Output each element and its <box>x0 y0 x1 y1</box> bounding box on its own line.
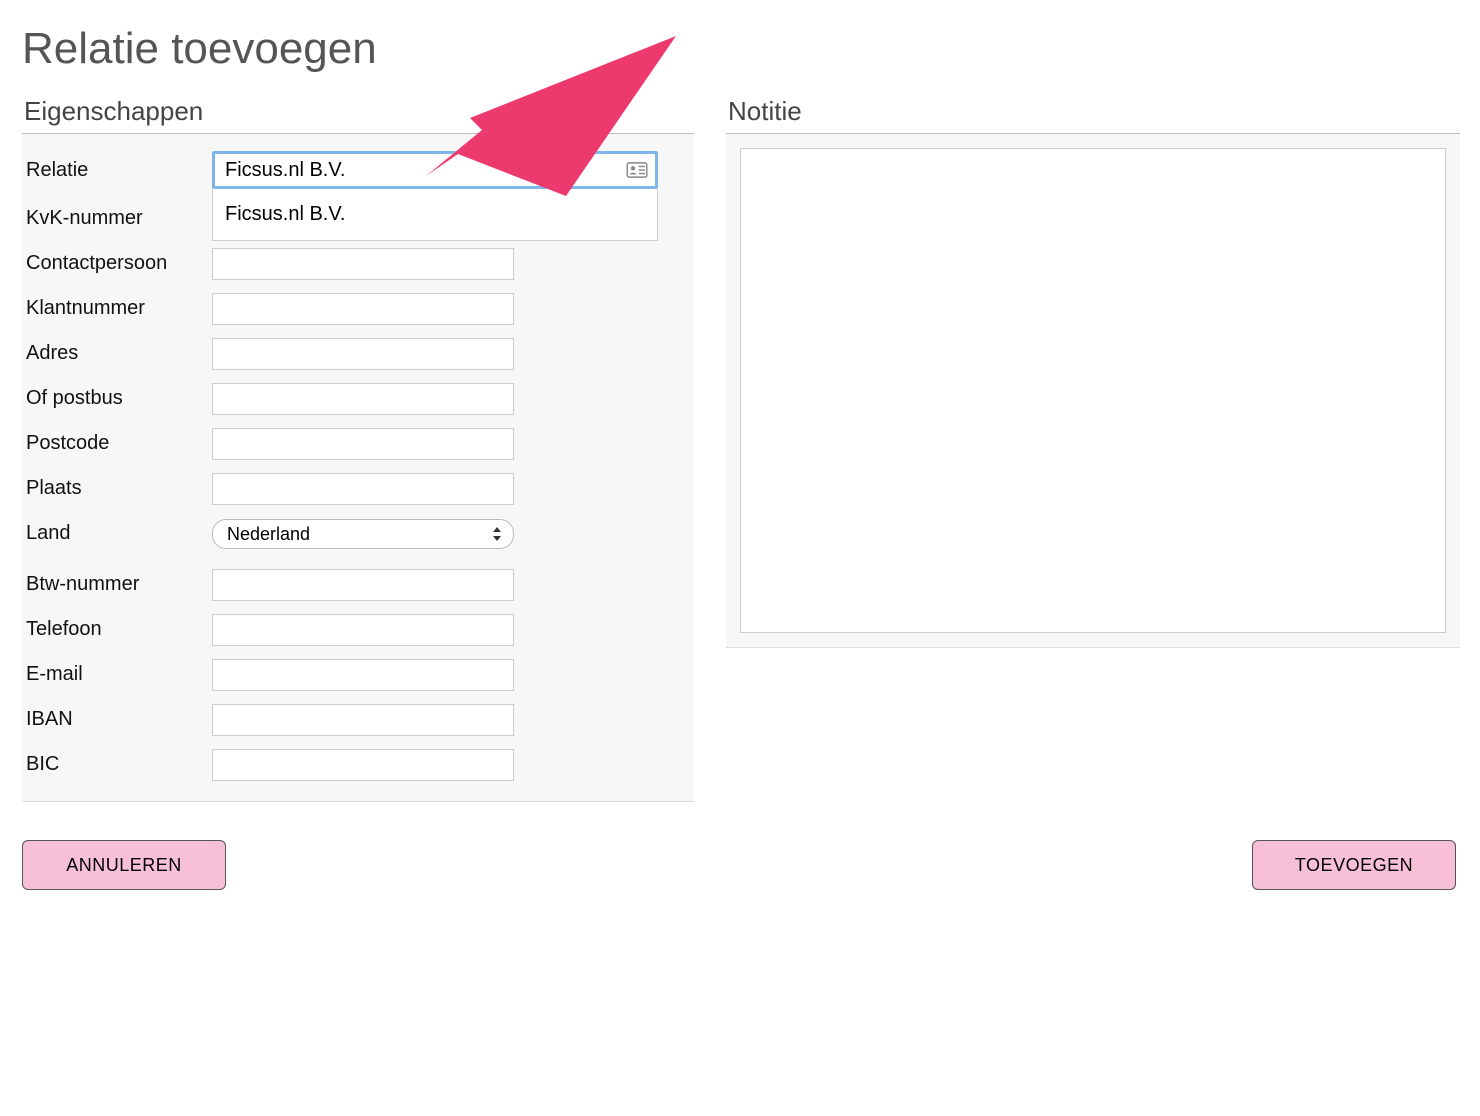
kvk-label: KvK-nummer <box>26 207 212 230</box>
adres-input[interactable] <box>212 338 514 370</box>
land-select[interactable]: Nederland <box>212 519 514 549</box>
bic-input[interactable] <box>212 749 514 781</box>
email-input[interactable] <box>212 659 514 691</box>
telefoon-input[interactable] <box>212 614 514 646</box>
adres-label: Adres <box>26 342 212 365</box>
relatie-label: Relatie <box>26 159 212 182</box>
postcode-input[interactable] <box>212 428 514 460</box>
btw-input[interactable] <box>212 569 514 601</box>
land-label: Land <box>26 522 212 545</box>
plaats-input[interactable] <box>212 473 514 505</box>
properties-column: Eigenschappen Relatie <box>22 96 694 802</box>
email-label: E-mail <box>26 663 212 686</box>
telefoon-label: Telefoon <box>26 618 212 641</box>
page-title: Relatie toevoegen <box>22 24 1460 74</box>
postbus-label: Of postbus <box>26 387 212 410</box>
klantnummer-label: Klantnummer <box>26 297 212 320</box>
plaats-label: Plaats <box>26 477 212 500</box>
klantnummer-input[interactable] <box>212 293 514 325</box>
properties-heading: Eigenschappen <box>22 96 694 134</box>
contactpersoon-input[interactable] <box>212 248 514 280</box>
note-column: Notitie <box>726 96 1460 802</box>
note-heading: Notitie <box>726 96 1460 134</box>
submit-button[interactable]: TOEVOEGEN <box>1252 840 1456 890</box>
iban-label: IBAN <box>26 708 212 731</box>
relatie-suggestion-item[interactable]: Ficsus.nl B.V. <box>213 189 657 240</box>
relatie-suggestions: Ficsus.nl B.V. <box>212 189 658 241</box>
contactpersoon-label: Contactpersoon <box>26 252 212 275</box>
postcode-label: Postcode <box>26 432 212 455</box>
bic-label: BIC <box>26 753 212 776</box>
cancel-button[interactable]: ANNULEREN <box>22 840 226 890</box>
relatie-input[interactable] <box>212 151 658 189</box>
note-textarea[interactable] <box>740 148 1446 633</box>
postbus-input[interactable] <box>212 383 514 415</box>
iban-input[interactable] <box>212 704 514 736</box>
btw-label: Btw-nummer <box>26 573 212 596</box>
